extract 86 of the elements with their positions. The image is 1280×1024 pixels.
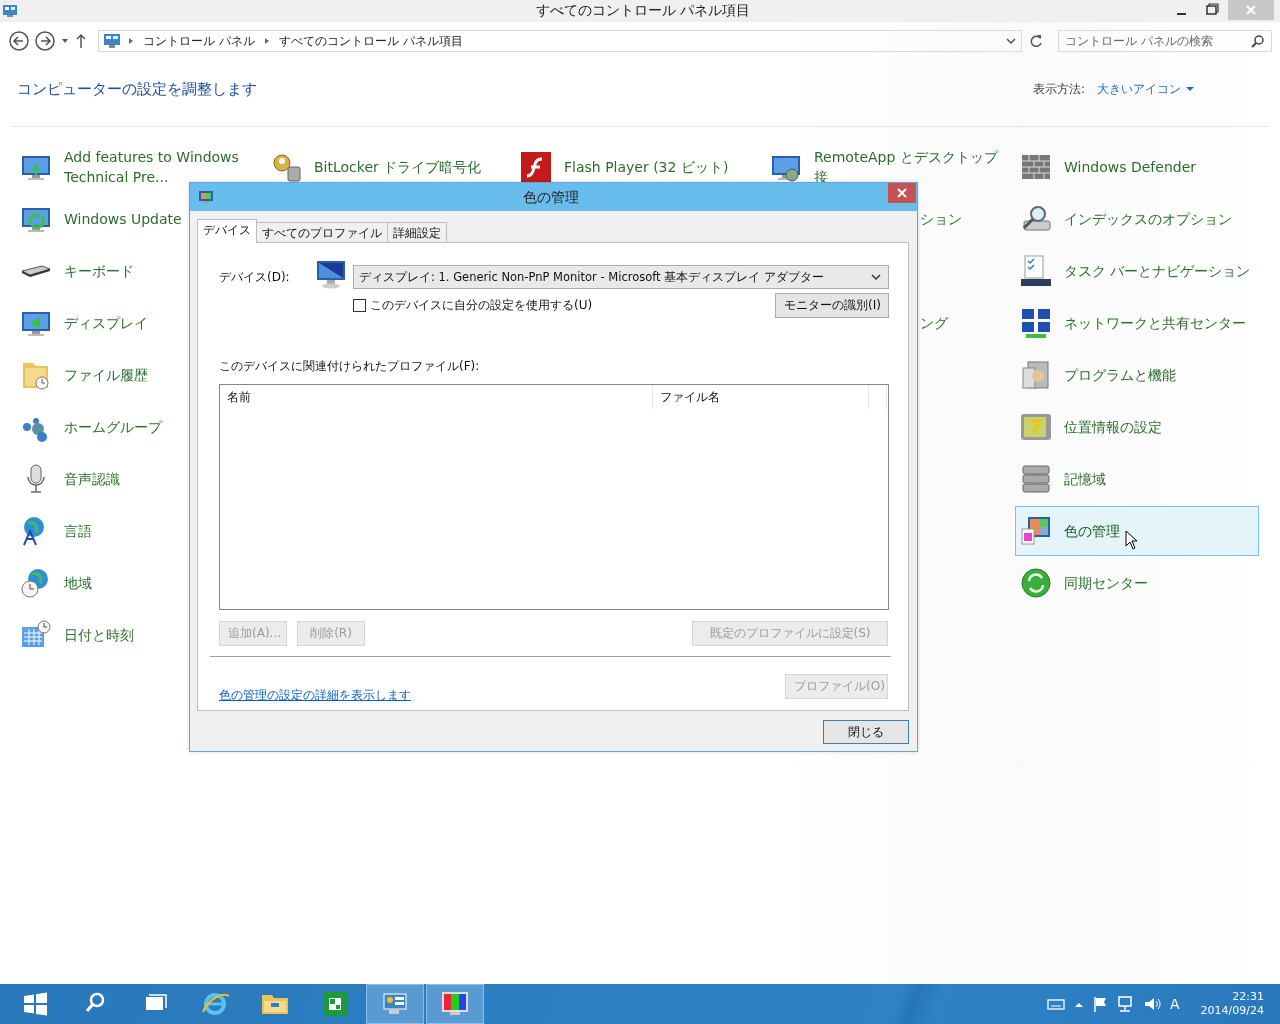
taskbar-button[interactable]	[366, 984, 424, 1024]
item-label: プログラムと機能	[1064, 366, 1176, 385]
tab[interactable]: すべてのプロファイル	[256, 222, 388, 242]
color-monitor-icon	[198, 189, 214, 205]
item-label: 記憶域	[1064, 470, 1106, 489]
control-panel-item[interactable]: Add features to Windows Technical Pre...	[15, 142, 259, 192]
key-icon	[270, 151, 302, 183]
details-link[interactable]: 色の管理の設定の詳細を表示します	[219, 687, 411, 704]
disk-stack-icon	[1020, 463, 1052, 495]
taskbar-button[interactable]	[426, 984, 484, 1024]
breadcrumb[interactable]: すべてのコントロール パネル項目	[274, 32, 467, 50]
close-button[interactable]: 閉じる	[823, 720, 909, 744]
item-label: Add features to Windows Technical Pre...	[64, 148, 240, 187]
item-label: タスク バーとナビゲーション	[1064, 262, 1251, 281]
clock-time[interactable]: 22:31	[1232, 990, 1264, 1004]
cursor-icon	[1125, 530, 1139, 550]
identify-monitor-button[interactable]: モニターの識別(I)	[775, 293, 889, 318]
profile-list[interactable]: 名前 ファイル名	[219, 384, 889, 610]
clock-date[interactable]: 2014/09/24	[1200, 1004, 1264, 1018]
control-panel-item[interactable]: プログラムと機能	[1015, 350, 1259, 400]
monitor-icon	[315, 258, 347, 290]
control-panel-item[interactable]: Windows Defender	[1015, 142, 1259, 192]
item-label: Flash Player (32 ビット)	[564, 158, 729, 177]
breadcrumb[interactable]: コントロール パネル	[139, 32, 259, 50]
control-panel-icon	[103, 33, 121, 49]
tab[interactable]: デバイス	[197, 219, 257, 243]
tab[interactable]: 詳細設定	[387, 222, 447, 242]
profiles-label: このデバイスに関連付けられたプロファイル(F):	[219, 358, 481, 375]
page-heading: コンピューターの設定を調整します	[17, 79, 257, 99]
control-panel-item[interactable]: ネットワークと共有センター	[1015, 298, 1259, 348]
map-icon	[1020, 411, 1052, 443]
column-header[interactable]: ファイル名	[653, 385, 869, 409]
item-label: 位置情報の設定	[1064, 418, 1162, 437]
keyboard-icon[interactable]	[1047, 997, 1065, 1011]
item-label: ホームグループ	[64, 418, 162, 437]
view-by-label: 表示方法:	[1032, 80, 1085, 98]
own-settings-checkbox[interactable]: このデバイスに自分の設定を使用する(U)	[353, 297, 593, 314]
search-field[interactable]: コントロール パネルの検索	[1058, 30, 1272, 52]
dropdown-icon	[870, 271, 882, 283]
forward-icon[interactable]	[34, 30, 56, 52]
item-label: ファイル履歴	[64, 366, 148, 385]
color-monitor-icon	[1020, 515, 1052, 547]
item-label: 色の管理	[1064, 522, 1120, 541]
item-label: 言語	[64, 522, 92, 541]
control-panel-item[interactable]: インデックスのオプション	[1015, 194, 1259, 244]
item-label: 地域	[64, 574, 92, 593]
control-panel-item[interactable]: 色の管理	[1015, 506, 1259, 556]
view-by-link[interactable]: 大きいアイコン	[1097, 80, 1195, 98]
item-label[interactable]: ション	[920, 209, 962, 229]
window-title: すべてのコントロール パネル項目	[534, 2, 752, 20]
control-panel-item[interactable]: 記憶域	[1015, 454, 1259, 504]
item-label[interactable]: ング	[920, 313, 948, 333]
item-label: Windows Defender	[1064, 158, 1196, 177]
device-label: デバイス(D):	[219, 268, 291, 286]
control-panel-item[interactable]: タスク バーとナビゲーション	[1015, 246, 1259, 296]
device-dropdown[interactable]: ディスプレイ: 1. Generic Non-PnP Monitor - Microsoft 基本ディスプレイ アダプター	[353, 265, 889, 289]
dialog-title: 色の管理	[522, 189, 580, 207]
column-header[interactable]: 名前	[220, 385, 653, 409]
item-label: 日付と時刻	[64, 626, 134, 645]
control-panel-item[interactable]: BitLocker ドライブ暗号化	[265, 142, 509, 192]
box-icon	[1020, 359, 1052, 391]
volume-icon[interactable]	[1143, 996, 1161, 1012]
checklist-icon	[1020, 255, 1052, 287]
sync-icon	[1020, 567, 1052, 599]
item-label: 音声認識	[64, 470, 120, 489]
control-panel-item[interactable]: 位置情報の設定	[1015, 402, 1259, 452]
item-label: ディスプレイ	[64, 314, 148, 333]
flash-icon	[520, 151, 552, 183]
address-field[interactable]: コントロール パネル すべてのコントロール パネル項目	[98, 30, 1023, 52]
item-label: インデックスのオプション	[1064, 210, 1232, 229]
item-label: Windows Update	[64, 210, 182, 229]
flag-icon[interactable]	[1093, 996, 1107, 1012]
item-label: ネットワークと共有センター	[1064, 314, 1246, 333]
network-icon	[1020, 307, 1052, 339]
control-panel-item[interactable]: 同期センター	[1015, 558, 1259, 608]
control-panel-item[interactable]: ディスプレイ	[15, 298, 259, 348]
item-label: キーボード	[64, 262, 134, 281]
search-icon	[1251, 34, 1265, 48]
input-mode-indicator[interactable]: A	[1170, 996, 1180, 1012]
caret-icon	[1185, 84, 1195, 94]
close-icon[interactable]	[888, 183, 916, 203]
back-icon[interactable]	[8, 30, 30, 52]
item-label: BitLocker ドライブ暗号化	[314, 158, 482, 177]
control-panel-icon	[2, 4, 18, 18]
item-label: 同期センター	[1064, 574, 1148, 593]
network-icon[interactable]	[1116, 996, 1134, 1012]
